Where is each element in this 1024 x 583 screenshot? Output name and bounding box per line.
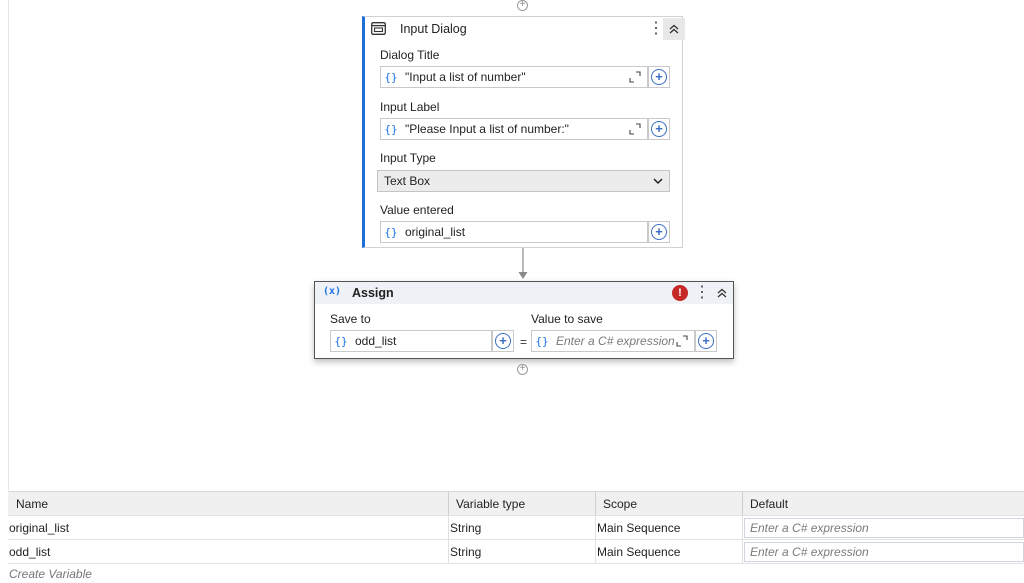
variable-default-placeholder: Enter a C# expression	[750, 521, 869, 535]
canvas-left-border	[8, 0, 9, 490]
add-activity-bottom-icon[interactable]: +	[517, 364, 528, 375]
input-type-value: Text Box	[384, 174, 431, 188]
value-entered-add-cell[interactable]: +	[648, 221, 670, 243]
assign-menu-icon[interactable]: ⋮	[694, 284, 710, 302]
create-variable-link[interactable]: Create Variable	[9, 564, 92, 583]
add-plus-icon[interactable]: +	[651, 69, 667, 85]
variable-type-cell[interactable]: String	[450, 540, 481, 563]
dialog-window-icon	[371, 22, 386, 35]
flow-connector-arrow	[518, 248, 528, 279]
expression-braces-icon: {}	[384, 225, 398, 239]
save-to-field[interactable]: {} odd_list	[330, 330, 492, 352]
variables-panel: Name Variable type Scope Default origina…	[8, 491, 1024, 583]
input-dialog-title: Input Dialog	[400, 22, 467, 36]
value-to-save-field[interactable]: {} Enter a C# expression	[531, 330, 695, 352]
table-row[interactable]: original_list String Main Sequence Enter…	[8, 516, 1024, 540]
collapse-chevron-icon[interactable]	[711, 282, 733, 304]
assign-variable-icon: (x)	[323, 286, 342, 297]
add-activity-top-icon[interactable]: +	[517, 0, 528, 11]
column-header-name[interactable]: Name	[16, 492, 48, 515]
add-plus-icon[interactable]: +	[651, 224, 667, 240]
value-entered-label: Value entered	[380, 203, 454, 217]
column-header-default[interactable]: Default	[750, 492, 788, 515]
variable-name-cell[interactable]: odd_list	[9, 540, 50, 563]
expression-braces-icon: {}	[384, 70, 398, 84]
input-label-field[interactable]: {} "Please Input a list of number:"	[380, 118, 648, 140]
variable-type-cell[interactable]: String	[450, 516, 481, 539]
add-plus-icon[interactable]: +	[698, 333, 714, 349]
add-plus-icon[interactable]: +	[651, 121, 667, 137]
variable-scope-cell[interactable]: Main Sequence	[597, 516, 680, 539]
variable-default-placeholder: Enter a C# expression	[750, 545, 869, 559]
variable-scope-cell[interactable]: Main Sequence	[597, 540, 680, 563]
expand-editor-icon[interactable]	[629, 123, 641, 135]
validation-error-icon[interactable]: !	[672, 285, 688, 301]
column-header-variable-type[interactable]: Variable type	[456, 492, 525, 515]
value-to-save-placeholder: Enter a C# expression	[556, 334, 675, 348]
value-entered-value: original_list	[405, 225, 466, 239]
expression-braces-icon: {}	[384, 122, 398, 136]
create-variable-row[interactable]: Create Variable	[8, 564, 1024, 583]
input-dialog-header[interactable]: Input Dialog ⋮	[365, 17, 685, 41]
assign-equals-sign: =	[520, 335, 528, 349]
input-dialog-menu-icon[interactable]: ⋮	[648, 20, 664, 38]
table-row[interactable]: odd_list String Main Sequence Enter a C#…	[8, 540, 1024, 564]
save-to-value: odd_list	[355, 334, 397, 348]
input-label-label: Input Label	[380, 100, 440, 114]
assign-header[interactable]: (x) Assign ! ⋮	[315, 282, 733, 304]
expand-editor-icon[interactable]	[676, 335, 688, 347]
input-type-label: Input Type	[380, 151, 436, 165]
dialog-title-field[interactable]: {} "Input a list of number"	[380, 66, 648, 88]
add-plus-icon[interactable]: +	[495, 333, 511, 349]
expression-braces-icon: {}	[334, 334, 348, 348]
collapse-chevron-icon[interactable]	[663, 18, 685, 40]
input-label-value: "Please Input a list of number:"	[405, 122, 569, 136]
chevron-down-icon	[653, 178, 663, 185]
variable-default-input[interactable]: Enter a C# expression	[744, 518, 1024, 538]
save-to-add-cell[interactable]: +	[492, 330, 514, 352]
variable-default-input[interactable]: Enter a C# expression	[744, 542, 1024, 562]
value-to-save-label: Value to save	[531, 312, 603, 326]
dialog-title-label: Dialog Title	[380, 48, 440, 62]
expand-editor-icon[interactable]	[629, 71, 641, 83]
column-header-scope[interactable]: Scope	[603, 492, 637, 515]
value-entered-field[interactable]: {} original_list	[380, 221, 648, 243]
variable-name-cell[interactable]: original_list	[9, 516, 69, 539]
input-label-add-cell[interactable]: +	[648, 118, 670, 140]
expression-braces-icon: {}	[535, 334, 549, 348]
assign-activity[interactable]: (x) Assign ! ⋮ Save to {} odd_list + = V…	[314, 281, 734, 359]
save-to-label: Save to	[330, 312, 371, 326]
value-to-save-add-cell[interactable]: +	[695, 330, 717, 352]
input-type-select[interactable]: Text Box	[377, 170, 670, 192]
dialog-title-add-cell[interactable]: +	[648, 66, 670, 88]
variables-header-row: Name Variable type Scope Default	[8, 492, 1024, 516]
assign-title: Assign	[352, 286, 394, 300]
input-dialog-activity[interactable]: Input Dialog ⋮ Dialog Title {} "Input a …	[362, 16, 685, 248]
dialog-title-value: "Input a list of number"	[405, 70, 526, 84]
